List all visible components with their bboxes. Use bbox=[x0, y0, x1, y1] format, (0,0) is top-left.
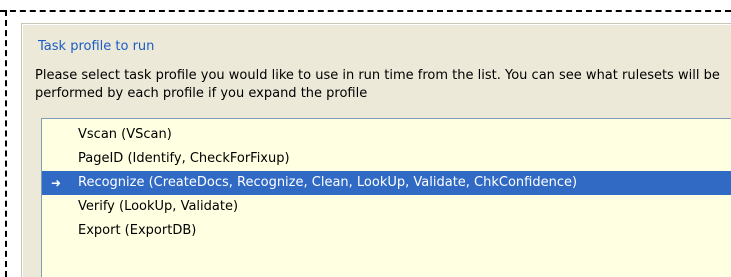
task-profile-panel: Task profile to run Please select task p… bbox=[22, 24, 731, 277]
profile-item-verify[interactable]: Verify (LookUp, Validate) bbox=[42, 195, 731, 219]
section-title: Task profile to run bbox=[38, 39, 155, 54]
task-profile-list[interactable]: Vscan (VScan) PageID (Identify, CheckFor… bbox=[41, 118, 731, 277]
profile-item-label: PageID (Identify, CheckForFixup) bbox=[78, 151, 290, 166]
arrow-right-icon: ➜ bbox=[50, 176, 62, 190]
profile-item-export[interactable]: Export (ExportDB) bbox=[42, 219, 731, 243]
section-description: Please select task profile you would lik… bbox=[35, 68, 720, 101]
profile-item-vscan[interactable]: Vscan (VScan) bbox=[42, 123, 731, 147]
dashed-border-left bbox=[5, 10, 7, 277]
profile-item-label: Recognize (CreateDocs, Recognize, Clean,… bbox=[78, 175, 578, 190]
profile-item-recognize[interactable]: ➜ Recognize (CreateDocs, Recognize, Clea… bbox=[42, 171, 731, 195]
dashed-border-top bbox=[0, 10, 731, 12]
profile-item-label: Verify (LookUp, Validate) bbox=[78, 199, 239, 214]
profile-item-pageid[interactable]: PageID (Identify, CheckForFixup) bbox=[42, 147, 731, 171]
profile-item-label: Export (ExportDB) bbox=[78, 223, 197, 238]
profile-item-label: Vscan (VScan) bbox=[78, 127, 172, 142]
screenshot-canvas: Task profile to run Please select task p… bbox=[0, 0, 731, 277]
